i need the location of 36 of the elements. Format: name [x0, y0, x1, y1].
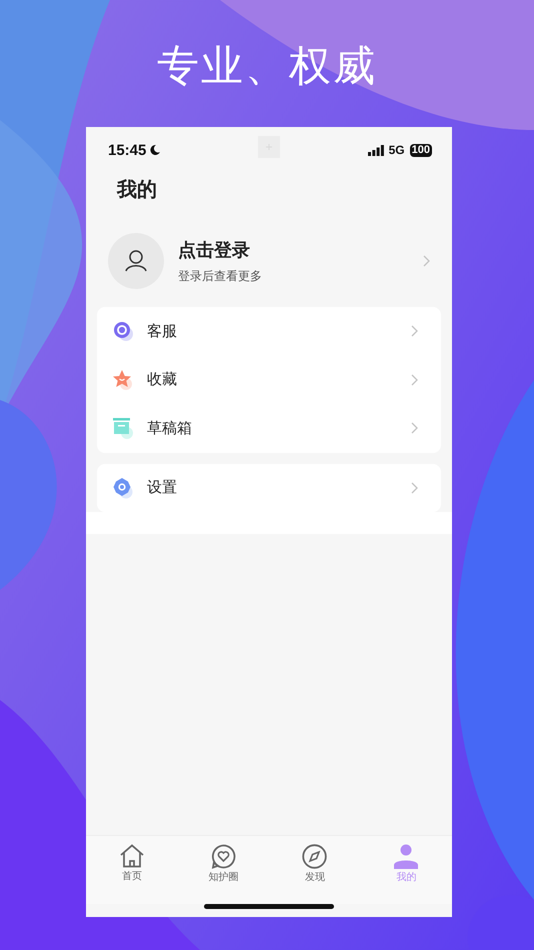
- menu-item[interactable]: 收藏: [97, 356, 441, 404]
- person-icon: [393, 844, 420, 869]
- tab[interactable]: 首页: [86, 844, 178, 904]
- home-icon: [118, 844, 145, 868]
- page-title: 我的: [116, 176, 158, 203]
- moon-icon: [149, 144, 162, 156]
- menu-item[interactable]: 客服: [97, 307, 441, 356]
- headline: 专业、权威: [156, 40, 378, 92]
- login-subtitle: 登录后查看更多: [178, 268, 262, 284]
- login-row[interactable]: 点击登录 登录后查看更多: [86, 213, 452, 295]
- network-type: 5G: [388, 143, 405, 157]
- menu-item[interactable]: 设置: [97, 464, 441, 512]
- chat-heart-icon: [210, 844, 236, 869]
- battery-level: 100: [410, 144, 432, 156]
- chevron-icon: [411, 482, 418, 494]
- add-icon[interactable]: [258, 136, 280, 158]
- box-icon: [112, 417, 134, 440]
- chevron-icon: [411, 374, 418, 386]
- gear-icon: [112, 476, 134, 499]
- compass-icon: [302, 844, 328, 869]
- menu-label: 收藏: [147, 370, 177, 390]
- menu-item[interactable]: 草稿箱: [97, 404, 441, 452]
- menu-label: 草稿箱: [147, 418, 192, 438]
- menu-label: 设置: [147, 478, 177, 498]
- chevron-icon: [423, 255, 430, 267]
- chevron-icon: [411, 325, 418, 338]
- avatar-icon: [108, 233, 164, 289]
- headset-icon: [112, 320, 134, 342]
- tab[interactable]: 发现: [269, 844, 360, 904]
- menu-label: 客服: [147, 322, 177, 341]
- status-time: 15:45: [108, 142, 146, 158]
- signal-icon: [368, 144, 384, 156]
- chevron-icon: [411, 422, 418, 434]
- login-title: 点击登录: [178, 238, 251, 262]
- tab[interactable]: 知护圈: [178, 844, 269, 904]
- star-icon: [112, 368, 134, 391]
